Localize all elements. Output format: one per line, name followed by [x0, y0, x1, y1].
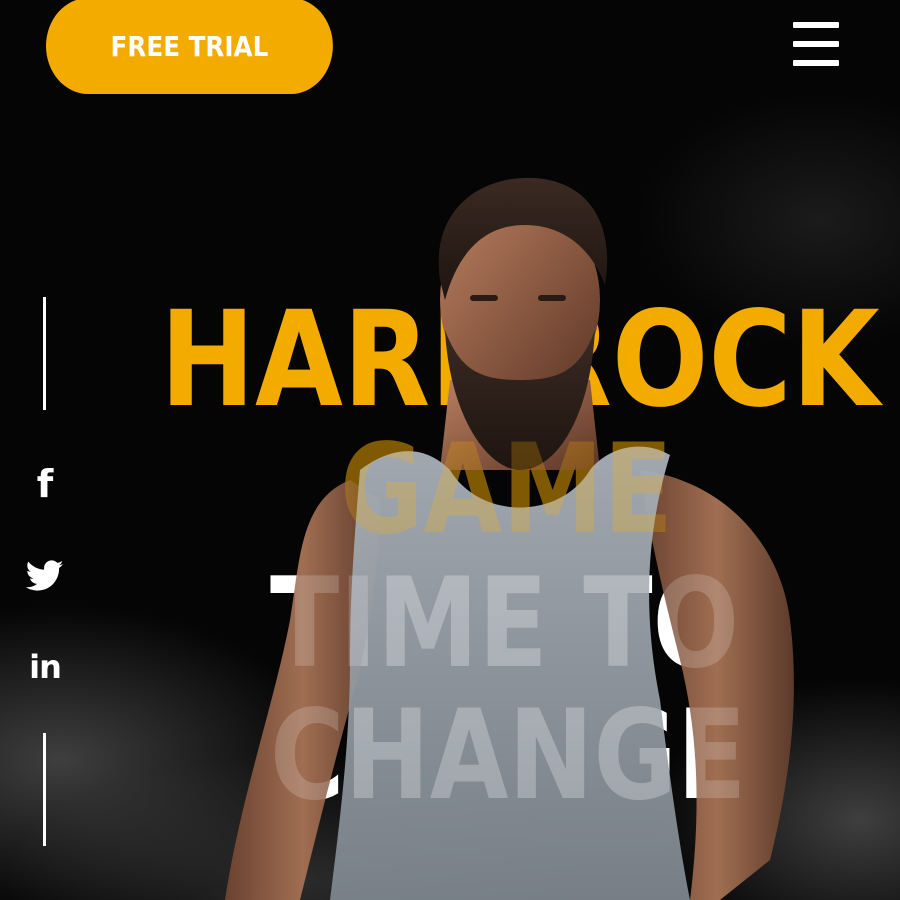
headline-line-1: HARDROCK	[160, 283, 880, 437]
hero-page: FREE TRIAL f in HARDROCK GAME TIME TO CH…	[0, 0, 900, 900]
headline-line-3: TIME TO	[270, 552, 740, 696]
hero-headline: HARDROCK GAME TIME TO CHANGE	[0, 0, 900, 900]
headline-line-4: CHANGE	[270, 684, 747, 828]
headline-line-2: GAME	[340, 418, 673, 562]
